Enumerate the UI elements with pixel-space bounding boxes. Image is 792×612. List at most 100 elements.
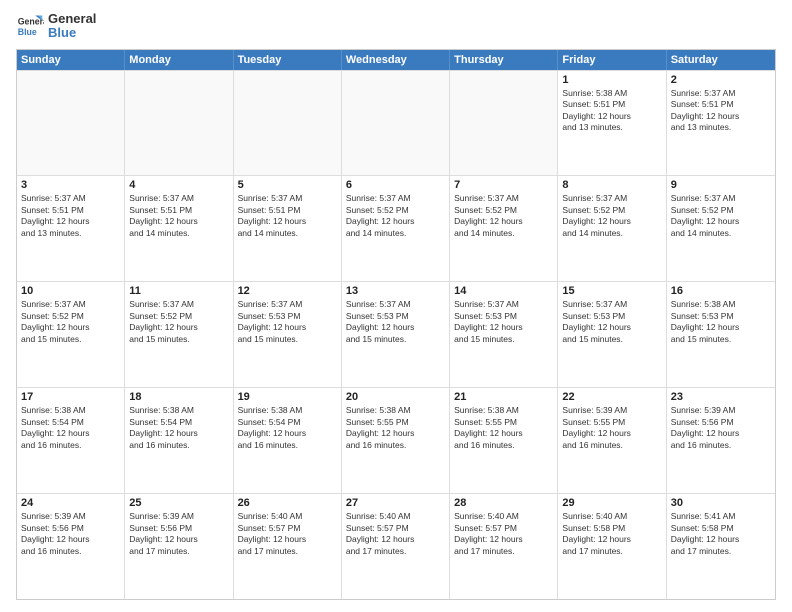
day-number: 10 [21,285,120,297]
calendar-cell: 24 Sunrise: 5:39 AM Sunset: 5:56 PM Dayli… [17,494,125,599]
calendar-cell: 11 Sunrise: 5:37 AM Sunset: 5:52 PM Dayli… [125,282,233,387]
day-number: 5 [238,179,337,191]
day-number: 15 [562,285,661,297]
day-number: 29 [562,497,661,509]
day-info: Sunrise: 5:37 AM Sunset: 5:51 PM Dayligh… [129,193,228,239]
day-number: 25 [129,497,228,509]
calendar-cell: 9Sunrise: 5:37 AM Sunset: 5:52 PM Daylig… [667,176,775,281]
day-number: 4 [129,179,228,191]
calendar-cell [17,71,125,176]
calendar-cell: 10 Sunrise: 5:37 AM Sunset: 5:52 PM Dayli… [17,282,125,387]
calendar-cell: 29Sunrise: 5:40 AM Sunset: 5:58 PM Dayli… [558,494,666,599]
day-info: Sunrise: 5:37 AM Sunset: 5:53 PM Dayligh… [454,299,553,345]
calendar-header-cell: Friday [558,50,666,70]
day-info: Sunrise: 5:37 AM Sunset: 5:53 PM Dayligh… [562,299,661,345]
calendar-cell: 22 Sunrise: 5:39 AM Sunset: 5:55 PM Dayli… [558,388,666,493]
calendar-cell: 7 Sunrise: 5:37 AM Sunset: 5:52 PM Daylig… [450,176,558,281]
calendar-cell: 14 Sunrise: 5:37 AM Sunset: 5:53 PM Dayli… [450,282,558,387]
day-info: Sunrise: 5:37 AM Sunset: 5:53 PM Dayligh… [238,299,337,345]
calendar-cell: 26 Sunrise: 5:40 AM Sunset: 5:57 PM Dayli… [234,494,342,599]
calendar-cell: 2Sunrise: 5:37 AM Sunset: 5:51 PM Daylig… [667,71,775,176]
day-info: Sunrise: 5:38 AM Sunset: 5:55 PM Dayligh… [346,405,445,451]
calendar-header-cell: Wednesday [342,50,450,70]
day-info: Sunrise: 5:40 AM Sunset: 5:57 PM Dayligh… [454,511,553,557]
calendar-header-cell: Saturday [667,50,775,70]
day-number: 30 [671,497,771,509]
day-info: Sunrise: 5:39 AM Sunset: 5:56 PM Dayligh… [21,511,120,557]
day-info: Sunrise: 5:37 AM Sunset: 5:52 PM Dayligh… [454,193,553,239]
day-number: 7 [454,179,553,191]
calendar-cell: 6Sunrise: 5:37 AM Sunset: 5:52 PM Daylig… [342,176,450,281]
calendar-cell: 17 Sunrise: 5:38 AM Sunset: 5:54 PM Dayli… [17,388,125,493]
calendar-cell: 12 Sunrise: 5:37 AM Sunset: 5:53 PM Dayli… [234,282,342,387]
calendar-row: 24 Sunrise: 5:39 AM Sunset: 5:56 PM Dayli… [17,493,775,599]
calendar-row: 1 Sunrise: 5:38 AM Sunset: 5:51 PM Daylig… [17,70,775,176]
day-info: Sunrise: 5:40 AM Sunset: 5:57 PM Dayligh… [346,511,445,557]
calendar-cell: 4 Sunrise: 5:37 AM Sunset: 5:51 PM Daylig… [125,176,233,281]
day-info: Sunrise: 5:38 AM Sunset: 5:55 PM Dayligh… [454,405,553,451]
calendar-cell: 13Sunrise: 5:37 AM Sunset: 5:53 PM Dayli… [342,282,450,387]
calendar: SundayMondayTuesdayWednesdayThursdayFrid… [16,49,776,600]
day-info: Sunrise: 5:37 AM Sunset: 5:52 PM Dayligh… [129,299,228,345]
calendar-header-cell: Monday [125,50,233,70]
logo: General Blue General Blue [16,12,96,41]
day-info: Sunrise: 5:39 AM Sunset: 5:55 PM Dayligh… [562,405,661,451]
calendar-cell: 5 Sunrise: 5:37 AM Sunset: 5:51 PM Daylig… [234,176,342,281]
day-number: 14 [454,285,553,297]
day-number: 20 [346,391,445,403]
day-info: Sunrise: 5:40 AM Sunset: 5:57 PM Dayligh… [238,511,337,557]
calendar-cell [125,71,233,176]
day-number: 17 [21,391,120,403]
day-info: Sunrise: 5:37 AM Sunset: 5:52 PM Dayligh… [671,193,771,239]
calendar-header-cell: Sunday [17,50,125,70]
calendar-cell: 3Sunrise: 5:37 AM Sunset: 5:51 PM Daylig… [17,176,125,281]
day-number: 26 [238,497,337,509]
calendar-cell: 28 Sunrise: 5:40 AM Sunset: 5:57 PM Dayli… [450,494,558,599]
header: General Blue General Blue [16,12,776,41]
day-number: 3 [21,179,120,191]
calendar-cell: 16 Sunrise: 5:38 AM Sunset: 5:53 PM Dayli… [667,282,775,387]
svg-text:Blue: Blue [18,27,37,37]
day-info: Sunrise: 5:37 AM Sunset: 5:51 PM Dayligh… [238,193,337,239]
day-info: Sunrise: 5:38 AM Sunset: 5:54 PM Dayligh… [21,405,120,451]
calendar-header-row: SundayMondayTuesdayWednesdayThursdayFrid… [17,50,775,70]
day-number: 11 [129,285,228,297]
calendar-row: 17 Sunrise: 5:38 AM Sunset: 5:54 PM Dayli… [17,387,775,493]
calendar-body: 1 Sunrise: 5:38 AM Sunset: 5:51 PM Daylig… [17,70,775,599]
calendar-cell: 30Sunrise: 5:41 AM Sunset: 5:58 PM Dayli… [667,494,775,599]
day-number: 1 [562,74,661,86]
day-number: 12 [238,285,337,297]
calendar-cell: 18 Sunrise: 5:38 AM Sunset: 5:54 PM Dayli… [125,388,233,493]
day-number: 24 [21,497,120,509]
calendar-cell [342,71,450,176]
calendar-cell: 25 Sunrise: 5:39 AM Sunset: 5:56 PM Dayli… [125,494,233,599]
day-info: Sunrise: 5:38 AM Sunset: 5:51 PM Dayligh… [562,88,661,134]
day-number: 18 [129,391,228,403]
day-number: 22 [562,391,661,403]
logo-text: General Blue [48,12,96,41]
day-number: 23 [671,391,771,403]
calendar-cell [450,71,558,176]
calendar-cell: 21Sunrise: 5:38 AM Sunset: 5:55 PM Dayli… [450,388,558,493]
calendar-header-cell: Tuesday [234,50,342,70]
calendar-row: 3 Sunrise: 5:37 AM Sunset: 5:51 PM Daylig… [17,175,775,281]
calendar-cell: 15 Sunrise: 5:37 AM Sunset: 5:53 PM Dayli… [558,282,666,387]
day-info: Sunrise: 5:37 AM Sunset: 5:52 PM Dayligh… [562,193,661,239]
day-number: 27 [346,497,445,509]
day-info: Sunrise: 5:39 AM Sunset: 5:56 PM Dayligh… [129,511,228,557]
day-number: 16 [671,285,771,297]
day-info: Sunrise: 5:39 AM Sunset: 5:56 PM Dayligh… [671,405,771,451]
day-info: Sunrise: 5:37 AM Sunset: 5:53 PM Dayligh… [346,299,445,345]
day-info: Sunrise: 5:38 AM Sunset: 5:54 PM Dayligh… [129,405,228,451]
calendar-cell [234,71,342,176]
page: General Blue General Blue SundayMondayTu… [0,0,792,612]
day-number: 28 [454,497,553,509]
logo-icon: General Blue [16,12,44,40]
calendar-cell: 19 Sunrise: 5:38 AM Sunset: 5:54 PM Dayli… [234,388,342,493]
calendar-header-cell: Thursday [450,50,558,70]
day-info: Sunrise: 5:37 AM Sunset: 5:52 PM Dayligh… [346,193,445,239]
day-info: Sunrise: 5:38 AM Sunset: 5:53 PM Dayligh… [671,299,771,345]
day-info: Sunrise: 5:38 AM Sunset: 5:54 PM Dayligh… [238,405,337,451]
day-info: Sunrise: 5:37 AM Sunset: 5:52 PM Dayligh… [21,299,120,345]
day-number: 19 [238,391,337,403]
